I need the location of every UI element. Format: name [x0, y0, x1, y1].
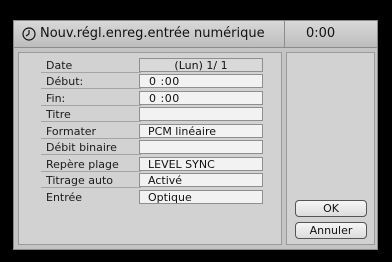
row-title[interactable]: Titre [19, 107, 281, 122]
bitrate-label: Débit binaire [46, 141, 117, 154]
row-divider [41, 138, 141, 139]
title-field[interactable] [139, 107, 263, 121]
row-auto-title[interactable]: Titrage auto Activé [19, 173, 281, 188]
input-field[interactable]: Optique [139, 190, 263, 204]
cancel-button[interactable]: Annuler [295, 222, 367, 239]
date-value[interactable]: (Lun) 1/ 1 [139, 58, 263, 72]
row-date[interactable]: Date (Lun) 1/ 1 [19, 58, 281, 73]
settings-list: Date (Lun) 1/ 1 Début: 0 :00 Fin: 0 :00 … [18, 52, 282, 245]
track-marker-label: Repère plage [46, 158, 119, 171]
row-start[interactable]: Début: 0 :00 [19, 74, 281, 89]
start-time-field[interactable]: 0 :00 [139, 74, 263, 88]
row-bitrate[interactable]: Débit binaire [19, 140, 281, 155]
ok-button[interactable]: OK [295, 200, 367, 217]
row-format[interactable]: Formater PCM linéaire [19, 124, 281, 139]
start-label: Début: [46, 75, 84, 88]
title-label: Titre [46, 108, 71, 121]
row-divider [41, 72, 141, 73]
row-track-marker[interactable]: Repère plage LEVEL SYNC [19, 157, 281, 172]
title-divider [284, 21, 285, 48]
row-divider [41, 105, 141, 106]
row-divider [41, 171, 141, 172]
date-label: Date [46, 59, 73, 72]
format-field[interactable]: PCM linéaire [139, 124, 263, 138]
screen: Nouv.régl.enreg.entrée numérique 0:00 Da… [0, 0, 392, 262]
action-panel: OK Annuler [286, 52, 375, 245]
row-input[interactable]: Entrée Optique [19, 190, 281, 205]
end-time-field[interactable]: 0 :00 [139, 91, 263, 105]
row-divider [41, 154, 141, 155]
format-label: Formater [46, 125, 97, 138]
auto-title-label: Titrage auto [46, 174, 114, 187]
row-divider [41, 88, 141, 89]
current-time: 0:00 [306, 26, 336, 41]
row-end[interactable]: Fin: 0 :00 [19, 91, 281, 106]
recording-settings-dialog: Nouv.régl.enreg.entrée numérique 0:00 Da… [13, 20, 378, 250]
dialog-title: Nouv.régl.enreg.entrée numérique [40, 26, 265, 41]
clock-icon [22, 27, 36, 41]
auto-title-field[interactable]: Activé [139, 173, 263, 187]
end-label: Fin: [46, 92, 66, 105]
track-marker-field[interactable]: LEVEL SYNC [139, 157, 263, 171]
input-label: Entrée [46, 191, 83, 204]
title-bar: Nouv.régl.enreg.entrée numérique 0:00 [14, 21, 377, 48]
row-divider [41, 187, 141, 188]
row-divider [41, 121, 141, 122]
bitrate-field[interactable] [139, 140, 263, 154]
